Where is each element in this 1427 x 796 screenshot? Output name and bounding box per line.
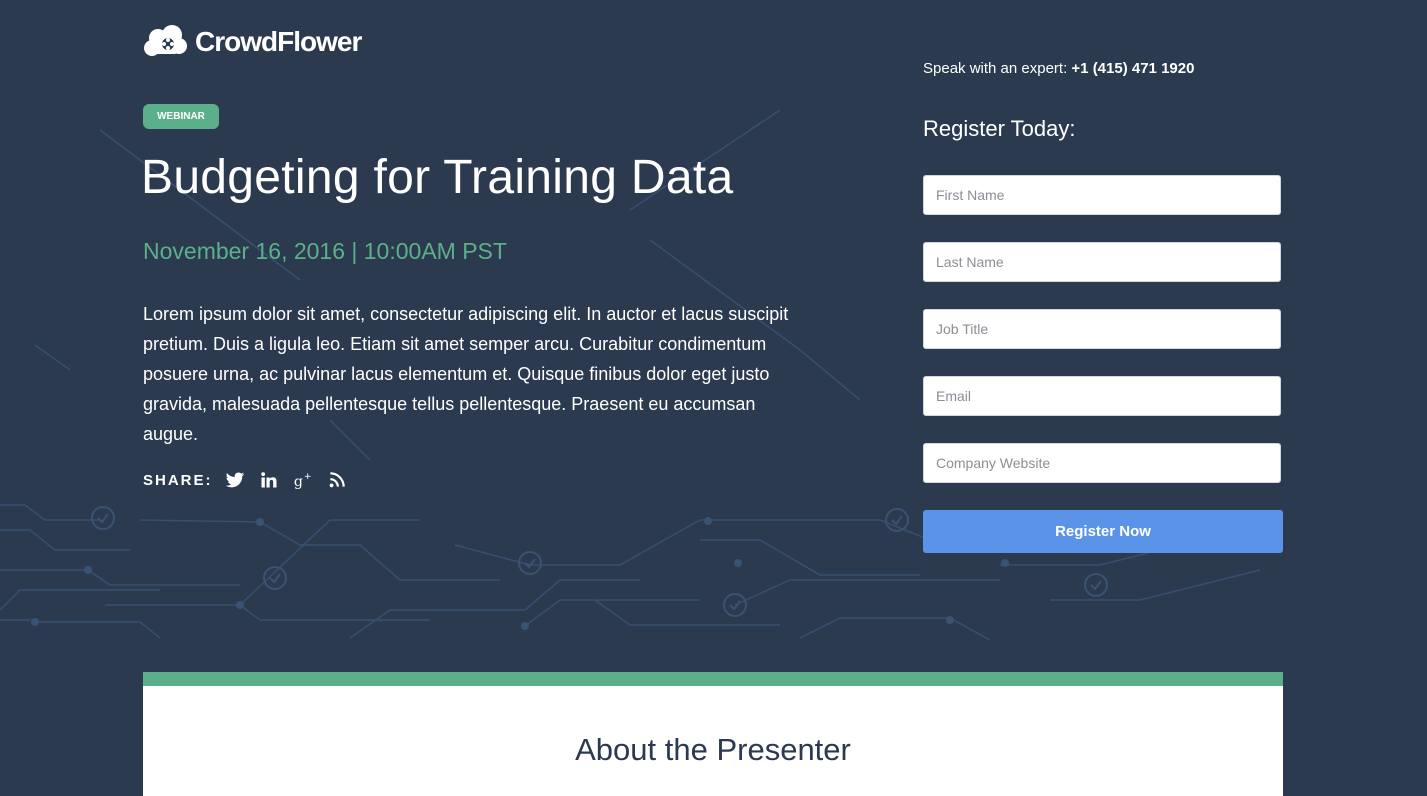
expert-phone[interactable]: +1 (415) 471 1920: [1071, 60, 1194, 77]
rss-icon[interactable]: [327, 470, 347, 490]
brand-logo[interactable]: CrowdFlower: [143, 24, 362, 60]
linkedin-icon[interactable]: [259, 470, 279, 490]
google-plus-icon[interactable]: g +: [293, 470, 313, 490]
event-description: Lorem ipsum dolor sit amet, consectetur …: [143, 304, 789, 444]
about-title: About the Presenter: [575, 732, 851, 767]
register-heading: Register Today:: [923, 116, 1076, 141]
about-accent-bar: [143, 672, 1283, 686]
expert-prefix: Speak with an expert:: [923, 60, 1072, 77]
webinar-badge: WEBINAR: [143, 104, 219, 129]
about-section: About the Presenter: [143, 686, 1283, 796]
first-name-field[interactable]: [923, 175, 1281, 215]
share-label: SHARE:: [143, 471, 213, 489]
page-title: Budgeting for Training Data: [141, 151, 734, 204]
logo-text: CrowdFlower: [195, 26, 362, 57]
job-title-field[interactable]: [923, 309, 1281, 349]
expert-contact: Speak with an expert: +1 (415) 471 1920: [923, 60, 1194, 77]
email-field[interactable]: [923, 376, 1281, 416]
svg-text:+: +: [303, 471, 311, 482]
company-website-field[interactable]: [923, 443, 1281, 483]
twitter-icon[interactable]: [225, 470, 245, 490]
event-date: November 16, 2016 | 10:00AM PST: [143, 238, 507, 264]
svg-text:g: g: [293, 474, 302, 490]
share-bar: SHARE: g +: [143, 470, 347, 490]
last-name-field[interactable]: [923, 242, 1281, 282]
register-now-button[interactable]: Register Now: [923, 510, 1283, 553]
cloud-flower-logo-icon: [144, 25, 187, 56]
